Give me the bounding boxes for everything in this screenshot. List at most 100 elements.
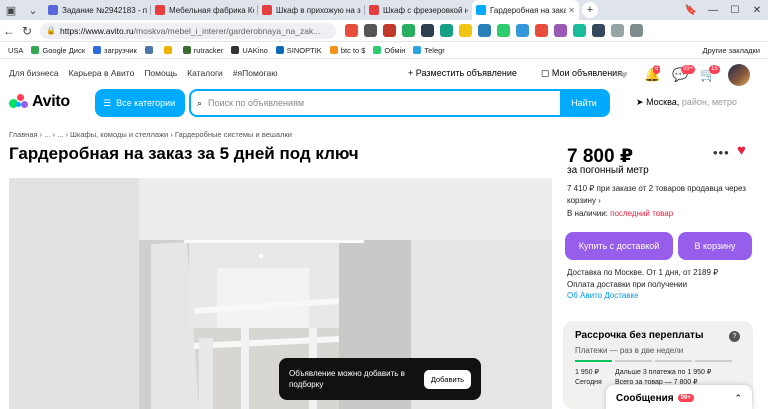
close-window-icon[interactable]: ✕ xyxy=(746,5,768,16)
folder-icon xyxy=(163,46,172,54)
extension-icon[interactable] xyxy=(383,24,396,37)
nav-i-help[interactable]: #яПомогаю xyxy=(233,68,278,78)
nav-business[interactable]: Для бизнеса xyxy=(9,68,59,78)
header-icons: ♥ 🔔 6 💬 99+ 🛒 15 xyxy=(616,64,750,86)
extension-icon[interactable] xyxy=(630,24,643,37)
cart-icon[interactable]: 🛒 15 xyxy=(700,65,720,82)
tab-furniture-factory[interactable]: Мебельная фабрика Кон xyxy=(151,0,258,20)
all-categories-button[interactable]: ☰ Все категории xyxy=(95,89,185,117)
post-ad-link[interactable]: + Разместить объявление xyxy=(408,68,529,79)
favorite-heart-icon[interactable]: ♥ xyxy=(737,142,746,159)
top-nav: Для бизнеса Карьера в Авито Помощь Катал… xyxy=(9,68,288,78)
extension-icon[interactable] xyxy=(611,24,624,37)
favorites-icon[interactable]: ♥ xyxy=(616,68,632,82)
bookmark-sinoptik[interactable]: SINOPTIK xyxy=(275,46,322,55)
back-icon[interactable]: ← xyxy=(0,24,18,38)
maximize-icon[interactable]: ☐ xyxy=(724,5,746,16)
nav-catalogs[interactable]: Каталоги xyxy=(187,68,223,78)
extension-icon[interactable] xyxy=(440,24,453,37)
extensions-bar xyxy=(342,24,646,37)
add-to-cart-button[interactable]: В корзину xyxy=(678,232,752,260)
btc-icon xyxy=(329,46,338,54)
installment-progress xyxy=(575,360,735,362)
new-tab-button[interactable]: + xyxy=(582,2,598,18)
bookmark-telegram[interactable]: Telegr xyxy=(413,46,445,55)
close-tab-icon[interactable]: ✕ xyxy=(568,6,575,15)
tab-task[interactable]: Задание №2942183 - про xyxy=(44,0,151,20)
uakino-icon xyxy=(231,46,240,54)
bookmark-vk[interactable] xyxy=(144,46,156,54)
help-icon[interactable]: ? xyxy=(729,331,740,342)
add-to-collection-button[interactable]: Добавить xyxy=(423,369,471,389)
tab-list-icon[interactable]: ⌄ xyxy=(22,0,44,20)
extension-icon[interactable] xyxy=(459,24,472,37)
extension-icon[interactable] xyxy=(402,24,415,37)
more-options-icon[interactable]: ••• xyxy=(713,145,730,160)
page-title: Гардеробная на заказ за 5 дней под ключ xyxy=(9,144,359,163)
expand-chevron-icon[interactable]: ⌃ xyxy=(734,393,742,404)
extension-icon[interactable] xyxy=(345,24,358,37)
bookmark-exchange[interactable]: Обмін xyxy=(373,46,405,55)
avatar[interactable] xyxy=(728,64,750,86)
search-icon: ⌕ xyxy=(197,97,203,108)
search-button[interactable]: Найти xyxy=(560,91,608,115)
tab-hallway-wardrobe[interactable]: Шкаф в прихожую на зак xyxy=(258,0,365,20)
tab-favicon-icon xyxy=(155,5,165,15)
sinoptik-icon xyxy=(275,46,284,54)
messages-badge: 99+ xyxy=(677,394,694,402)
location-selector[interactable]: ➤ Москва, район, метро xyxy=(636,97,737,108)
buy-with-delivery-button[interactable]: Купить с доставкой xyxy=(565,232,673,260)
extension-icon[interactable] xyxy=(497,24,510,37)
bookmark-google-drive[interactable]: Google Диск xyxy=(31,46,85,55)
bookmark-uakino[interactable]: UAKino xyxy=(231,46,268,55)
add-to-collection-toast: Объявление можно добавить в подборку Доб… xyxy=(279,358,481,400)
avito-logo-icon xyxy=(9,94,29,110)
extension-icon[interactable] xyxy=(592,24,605,37)
user-actions: + Разместить объявление ▢ Мои объявления xyxy=(408,68,646,79)
url-field[interactable]: 🔒 https://www.avito.ru/moskva/mebel_i_in… xyxy=(40,22,336,39)
bookmark-icon xyxy=(93,46,101,54)
other-bookmarks[interactable]: Другие закладки xyxy=(703,46,760,55)
bookmark-tab-icon[interactable]: 🔖 xyxy=(680,5,702,16)
avito-logo[interactable]: Avito xyxy=(9,93,70,111)
extension-icon[interactable] xyxy=(535,24,548,37)
lock-icon: 🔒 xyxy=(46,26,56,35)
nav-career[interactable]: Карьера в Авито xyxy=(69,68,135,78)
extension-icon[interactable] xyxy=(478,24,491,37)
notifications-icon[interactable]: 🔔 6 xyxy=(644,65,661,82)
price-unit: за погонный метр xyxy=(567,165,649,176)
google-drive-icon xyxy=(31,46,40,54)
bookmark-usa[interactable]: USA xyxy=(8,46,23,55)
bookmark-rutracker[interactable]: rutracker xyxy=(182,46,223,55)
tab-favicon-icon xyxy=(369,5,379,15)
tab-favicon-icon xyxy=(262,5,272,15)
tab-walk-in-closet[interactable]: Гардеробная на заказ ✕ xyxy=(472,0,579,20)
nav-help[interactable]: Помощь xyxy=(144,68,177,78)
extension-icon[interactable] xyxy=(421,24,434,37)
extension-icon[interactable] xyxy=(364,24,377,37)
location-arrow-icon: ➤ xyxy=(636,97,644,107)
extension-icon[interactable] xyxy=(554,24,567,37)
messages-icon[interactable]: 💬 99+ xyxy=(672,65,696,82)
address-bar: ← ↻ 🔒 https://www.avito.ru/moskva/mebel_… xyxy=(0,20,768,42)
extension-icon[interactable] xyxy=(573,24,586,37)
about-delivery-link[interactable]: Об Авито Доставке xyxy=(567,290,752,302)
extension-icon[interactable] xyxy=(516,24,529,37)
bookmark-downloader[interactable]: загрузчик xyxy=(93,46,137,55)
rutracker-icon xyxy=(182,46,191,54)
breadcrumb[interactable]: Главная › ... › ... › Шкафы, комоды и ст… xyxy=(9,130,292,139)
vk-icon xyxy=(144,46,153,54)
reload-icon[interactable]: ↻ xyxy=(18,24,36,38)
cart-price-note[interactable]: 7 410 ₽ при заказе от 2 товаров продавца… xyxy=(567,183,747,207)
search-input[interactable]: ⌕ Поиск по объявлениям xyxy=(191,98,560,109)
search-box: ⌕ Поиск по объявлениям Найти xyxy=(189,89,610,117)
minimize-icon[interactable]: — xyxy=(702,5,724,16)
bookmark-btc[interactable]: btc to $ xyxy=(329,46,365,55)
tab-favicon-icon xyxy=(476,5,486,15)
bookmarks-bar: USA Google Диск загрузчик rutracker UAKi… xyxy=(0,42,768,59)
tab-milled-wardrobe[interactable]: Шкаф с фрезеровкой на xyxy=(365,0,472,20)
bookmark-folder[interactable] xyxy=(163,46,175,54)
window-menu-icon[interactable]: ▣ xyxy=(0,0,22,20)
messages-widget[interactable]: Сообщения 99+ ⌃ xyxy=(606,385,752,409)
avito-page: Для бизнеса Карьера в Авито Помощь Катал… xyxy=(0,60,768,409)
